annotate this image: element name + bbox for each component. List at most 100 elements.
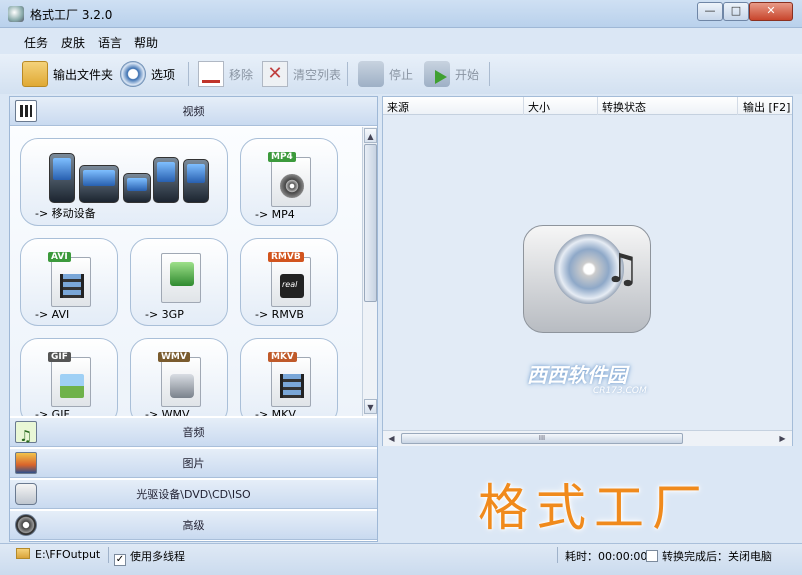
format-label: -> RMVB: [255, 308, 304, 321]
brand-text: 格式工厂: [478, 479, 710, 537]
stop-icon: [358, 61, 384, 87]
toolbar-separator: [489, 62, 490, 86]
close-button[interactable]: ✕: [749, 2, 793, 21]
rmvb-file-icon: RMVB: [268, 252, 311, 307]
hscroll-thumb[interactable]: III: [401, 433, 683, 444]
multithread-label: 使用多线程: [130, 550, 185, 563]
watermark-text: 西西软件园: [527, 363, 627, 387]
multithread-option[interactable]: ✓ 使用多线程: [114, 548, 185, 566]
format-tile-mp4[interactable]: MP4 -> MP4: [240, 138, 338, 226]
green-film-icon: [170, 262, 194, 286]
after-done-checkbox[interactable]: [646, 550, 658, 562]
column-source[interactable]: 来源: [387, 99, 409, 115]
menu-bar: 任务 皮肤 语言 帮助: [0, 28, 802, 54]
menu-help[interactable]: 帮助: [134, 34, 158, 51]
filmstrip-icon: [280, 374, 304, 398]
format-tag: MKV: [268, 352, 297, 362]
window-title: 格式工厂 3.2.0: [30, 8, 113, 22]
scroll-right-arrow-icon[interactable]: ▶: [775, 432, 790, 445]
remove-button[interactable]: 移除: [198, 59, 253, 89]
disc-drive-icon: [15, 483, 37, 505]
task-list-hscrollbar[interactable]: ◀ III ▶: [383, 430, 792, 446]
format-label: -> MP4: [255, 208, 295, 221]
minimize-button[interactable]: —: [697, 2, 723, 21]
elapsed-time: 耗时：00:00:00: [565, 550, 648, 563]
app-icon: [8, 6, 24, 22]
format-tile-3gp[interactable]: -> 3GP: [130, 238, 228, 326]
options-button[interactable]: 选项: [120, 59, 175, 89]
wmv-file-icon: WMV: [158, 352, 201, 407]
menu-skin[interactable]: 皮肤: [61, 34, 85, 51]
options-label: 选项: [151, 67, 176, 82]
format-tag: MP4: [268, 152, 296, 162]
category-video-header[interactable]: 视频: [10, 97, 377, 126]
video-film-icon: [15, 100, 37, 122]
category-picture-header[interactable]: 图片: [10, 449, 377, 478]
output-folder-button[interactable]: 输出文件夹: [22, 59, 113, 89]
format-grid-scrollbar[interactable]: ▲ ▼: [362, 127, 377, 416]
clear-list-button[interactable]: ✕ 清空列表: [262, 59, 341, 89]
watermark-subtext: CR173.COM: [593, 386, 647, 396]
start-label: 开始: [455, 67, 480, 82]
scroll-left-arrow-icon[interactable]: ◀: [384, 432, 399, 445]
output-path[interactable]: E:\FFOutput: [16, 548, 100, 561]
menu-task[interactable]: 任务: [24, 34, 48, 51]
film-reel-icon: [280, 174, 304, 198]
scroll-up-arrow-icon[interactable]: ▲: [364, 128, 377, 143]
camcorder-icon: [170, 374, 194, 398]
column-size[interactable]: 大小: [528, 99, 550, 115]
category-advanced-header[interactable]: 高级: [10, 511, 377, 540]
start-icon: [424, 61, 450, 87]
folder-icon: [16, 548, 30, 559]
folder-icon: [22, 61, 48, 87]
category-disc-header[interactable]: 光驱设备\DVD\CD\ISO: [10, 480, 377, 509]
status-separator: [557, 547, 558, 563]
format-label: -> AVI: [35, 308, 70, 321]
maximize-button[interactable]: □: [723, 2, 749, 21]
output-path-text: E:\FFOutput: [35, 548, 101, 561]
column-divider[interactable]: [597, 97, 598, 115]
status-bar: E:\FFOutput ✓ 使用多线程 耗时：00:00:00 转换完成后：关闭电…: [0, 543, 802, 575]
music-note-icon: [15, 421, 37, 451]
mkv-file-icon: MKV: [268, 352, 311, 407]
format-tile-wmv[interactable]: WMV -> WMV: [130, 338, 228, 416]
column-status[interactable]: 转换状态: [602, 99, 646, 115]
format-label: -> 3GP: [145, 308, 184, 321]
film-reel-advanced-icon: [15, 514, 37, 536]
remove-label: 移除: [229, 67, 254, 82]
format-tile-mobile[interactable]: -> 移动设备: [20, 138, 228, 226]
category-panel: 视频 -> 移动设备 MP4 -> MP4 AVI -> AVI -> 3GP …: [9, 96, 378, 542]
format-label: -> GIF: [35, 408, 70, 416]
music-note-icon: ♫: [604, 246, 640, 292]
scroll-down-arrow-icon[interactable]: ▼: [364, 399, 377, 414]
column-divider[interactable]: [523, 97, 524, 115]
gear-icon: [120, 61, 146, 87]
video-format-grid: -> 移动设备 MP4 -> MP4 AVI -> AVI -> 3GP RMV…: [10, 127, 362, 416]
stop-label: 停止: [389, 67, 414, 82]
format-tile-gif[interactable]: GIF -> GIF: [20, 338, 118, 416]
filmstrip-icon: [60, 274, 84, 298]
toolbar-separator: [188, 62, 189, 86]
format-tile-avi[interactable]: AVI -> AVI: [20, 238, 118, 326]
after-done-option[interactable]: 转换完成后：关闭电脑: [646, 548, 772, 564]
gif-file-icon: GIF: [48, 352, 91, 407]
task-list-header: 来源 大小 转换状态 输出 [F2]: [383, 97, 792, 115]
format-tile-mkv[interactable]: MKV -> MKV: [240, 338, 338, 416]
clear-list-icon: ✕: [262, 61, 288, 87]
title-bar: 格式工厂 3.2.0 — □ ✕: [0, 0, 802, 28]
stop-button[interactable]: 停止: [358, 59, 413, 89]
multithread-checkbox[interactable]: ✓: [114, 554, 126, 566]
menu-language[interactable]: 语言: [98, 34, 122, 51]
start-button[interactable]: 开始: [424, 59, 479, 89]
scroll-thumb[interactable]: [364, 144, 377, 302]
category-disc-label: 光驱设备\DVD\CD\ISO: [136, 488, 251, 501]
format-tag: AVI: [48, 252, 71, 262]
category-picture-label: 图片: [182, 457, 205, 470]
task-list-panel[interactable]: 来源 大小 转换状态 输出 [F2] ♫ 西西软件园 CR173.COM ◀ I…: [382, 96, 793, 446]
format-label: -> MKV: [255, 408, 296, 416]
format-tile-rmvb[interactable]: RMVB -> RMVB: [240, 238, 338, 326]
category-audio-header[interactable]: 音频: [10, 418, 377, 451]
column-divider[interactable]: [737, 97, 738, 115]
column-output[interactable]: 输出 [F2]: [743, 99, 790, 115]
format-label: -> WMV: [145, 408, 190, 416]
